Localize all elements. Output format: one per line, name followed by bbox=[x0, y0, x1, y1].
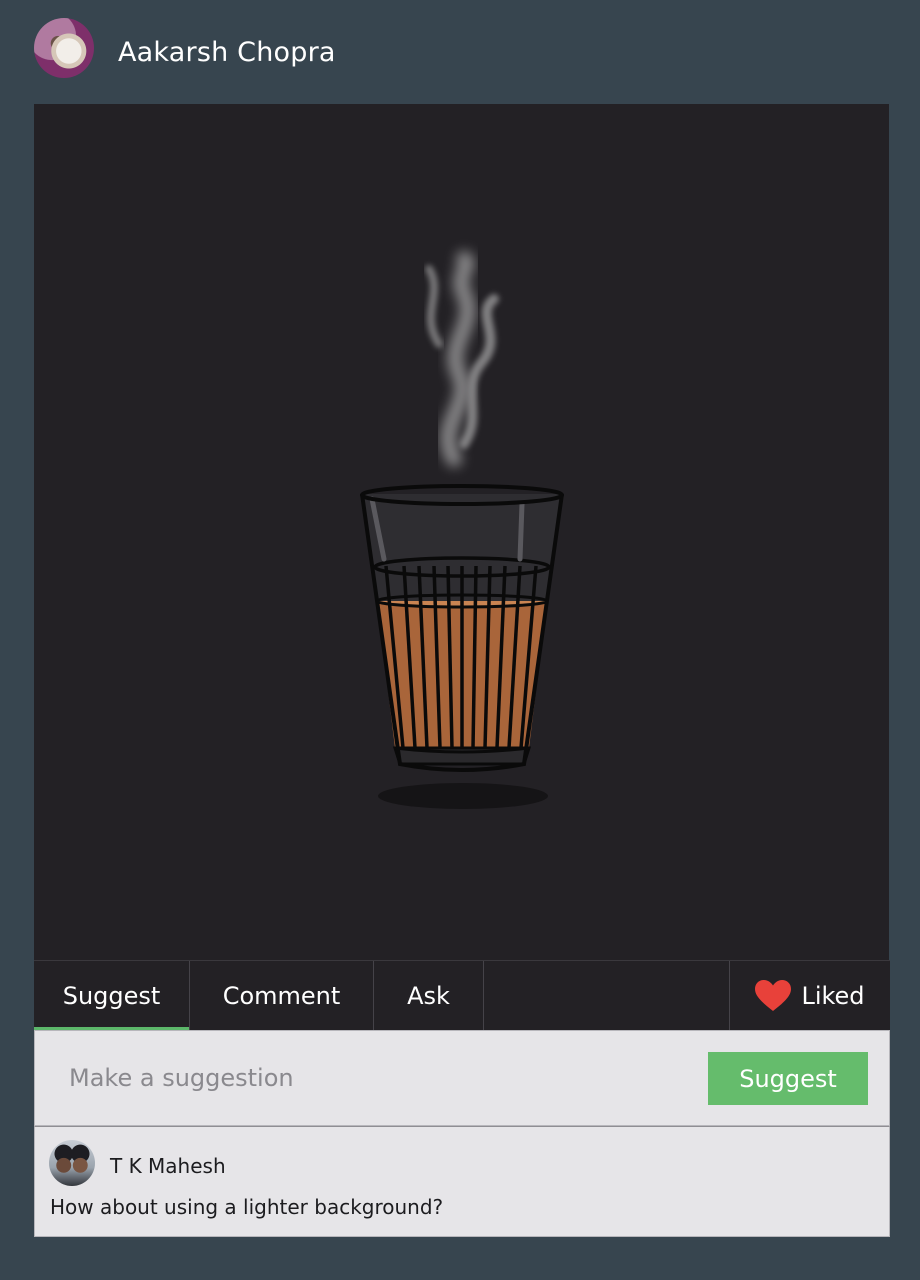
glass bbox=[360, 484, 564, 772]
post-image[interactable] bbox=[34, 104, 889, 960]
liked-button[interactable]: Liked bbox=[729, 961, 890, 1030]
suggestion-form: Suggest bbox=[34, 1030, 890, 1126]
comment-text: How about using a lighter background? bbox=[50, 1195, 444, 1219]
action-tabs: Suggest Comment Ask Liked bbox=[34, 960, 890, 1031]
tab-comment[interactable]: Comment bbox=[190, 961, 374, 1030]
steam bbox=[425, 251, 499, 467]
heart-icon bbox=[755, 979, 792, 1011]
tab-suggest[interactable]: Suggest bbox=[34, 961, 190, 1031]
suggestion-item: T K Mahesh How about using a lighter bac… bbox=[34, 1126, 890, 1237]
suggestion-input[interactable] bbox=[51, 1051, 709, 1105]
author-name[interactable]: Aakarsh Chopra bbox=[118, 36, 336, 70]
suggest-submit-button[interactable]: Suggest bbox=[708, 1052, 868, 1105]
author-avatar[interactable] bbox=[34, 18, 94, 78]
tab-ask[interactable]: Ask bbox=[374, 961, 484, 1030]
commenter-name[interactable]: T K Mahesh bbox=[110, 1154, 226, 1178]
commenter-avatar[interactable] bbox=[49, 1140, 95, 1186]
chai-glass-illustration bbox=[360, 251, 564, 809]
glass-shadow bbox=[378, 783, 548, 809]
post-header: Aakarsh Chopra bbox=[0, 0, 920, 104]
liked-label: Liked bbox=[801, 981, 865, 1010]
